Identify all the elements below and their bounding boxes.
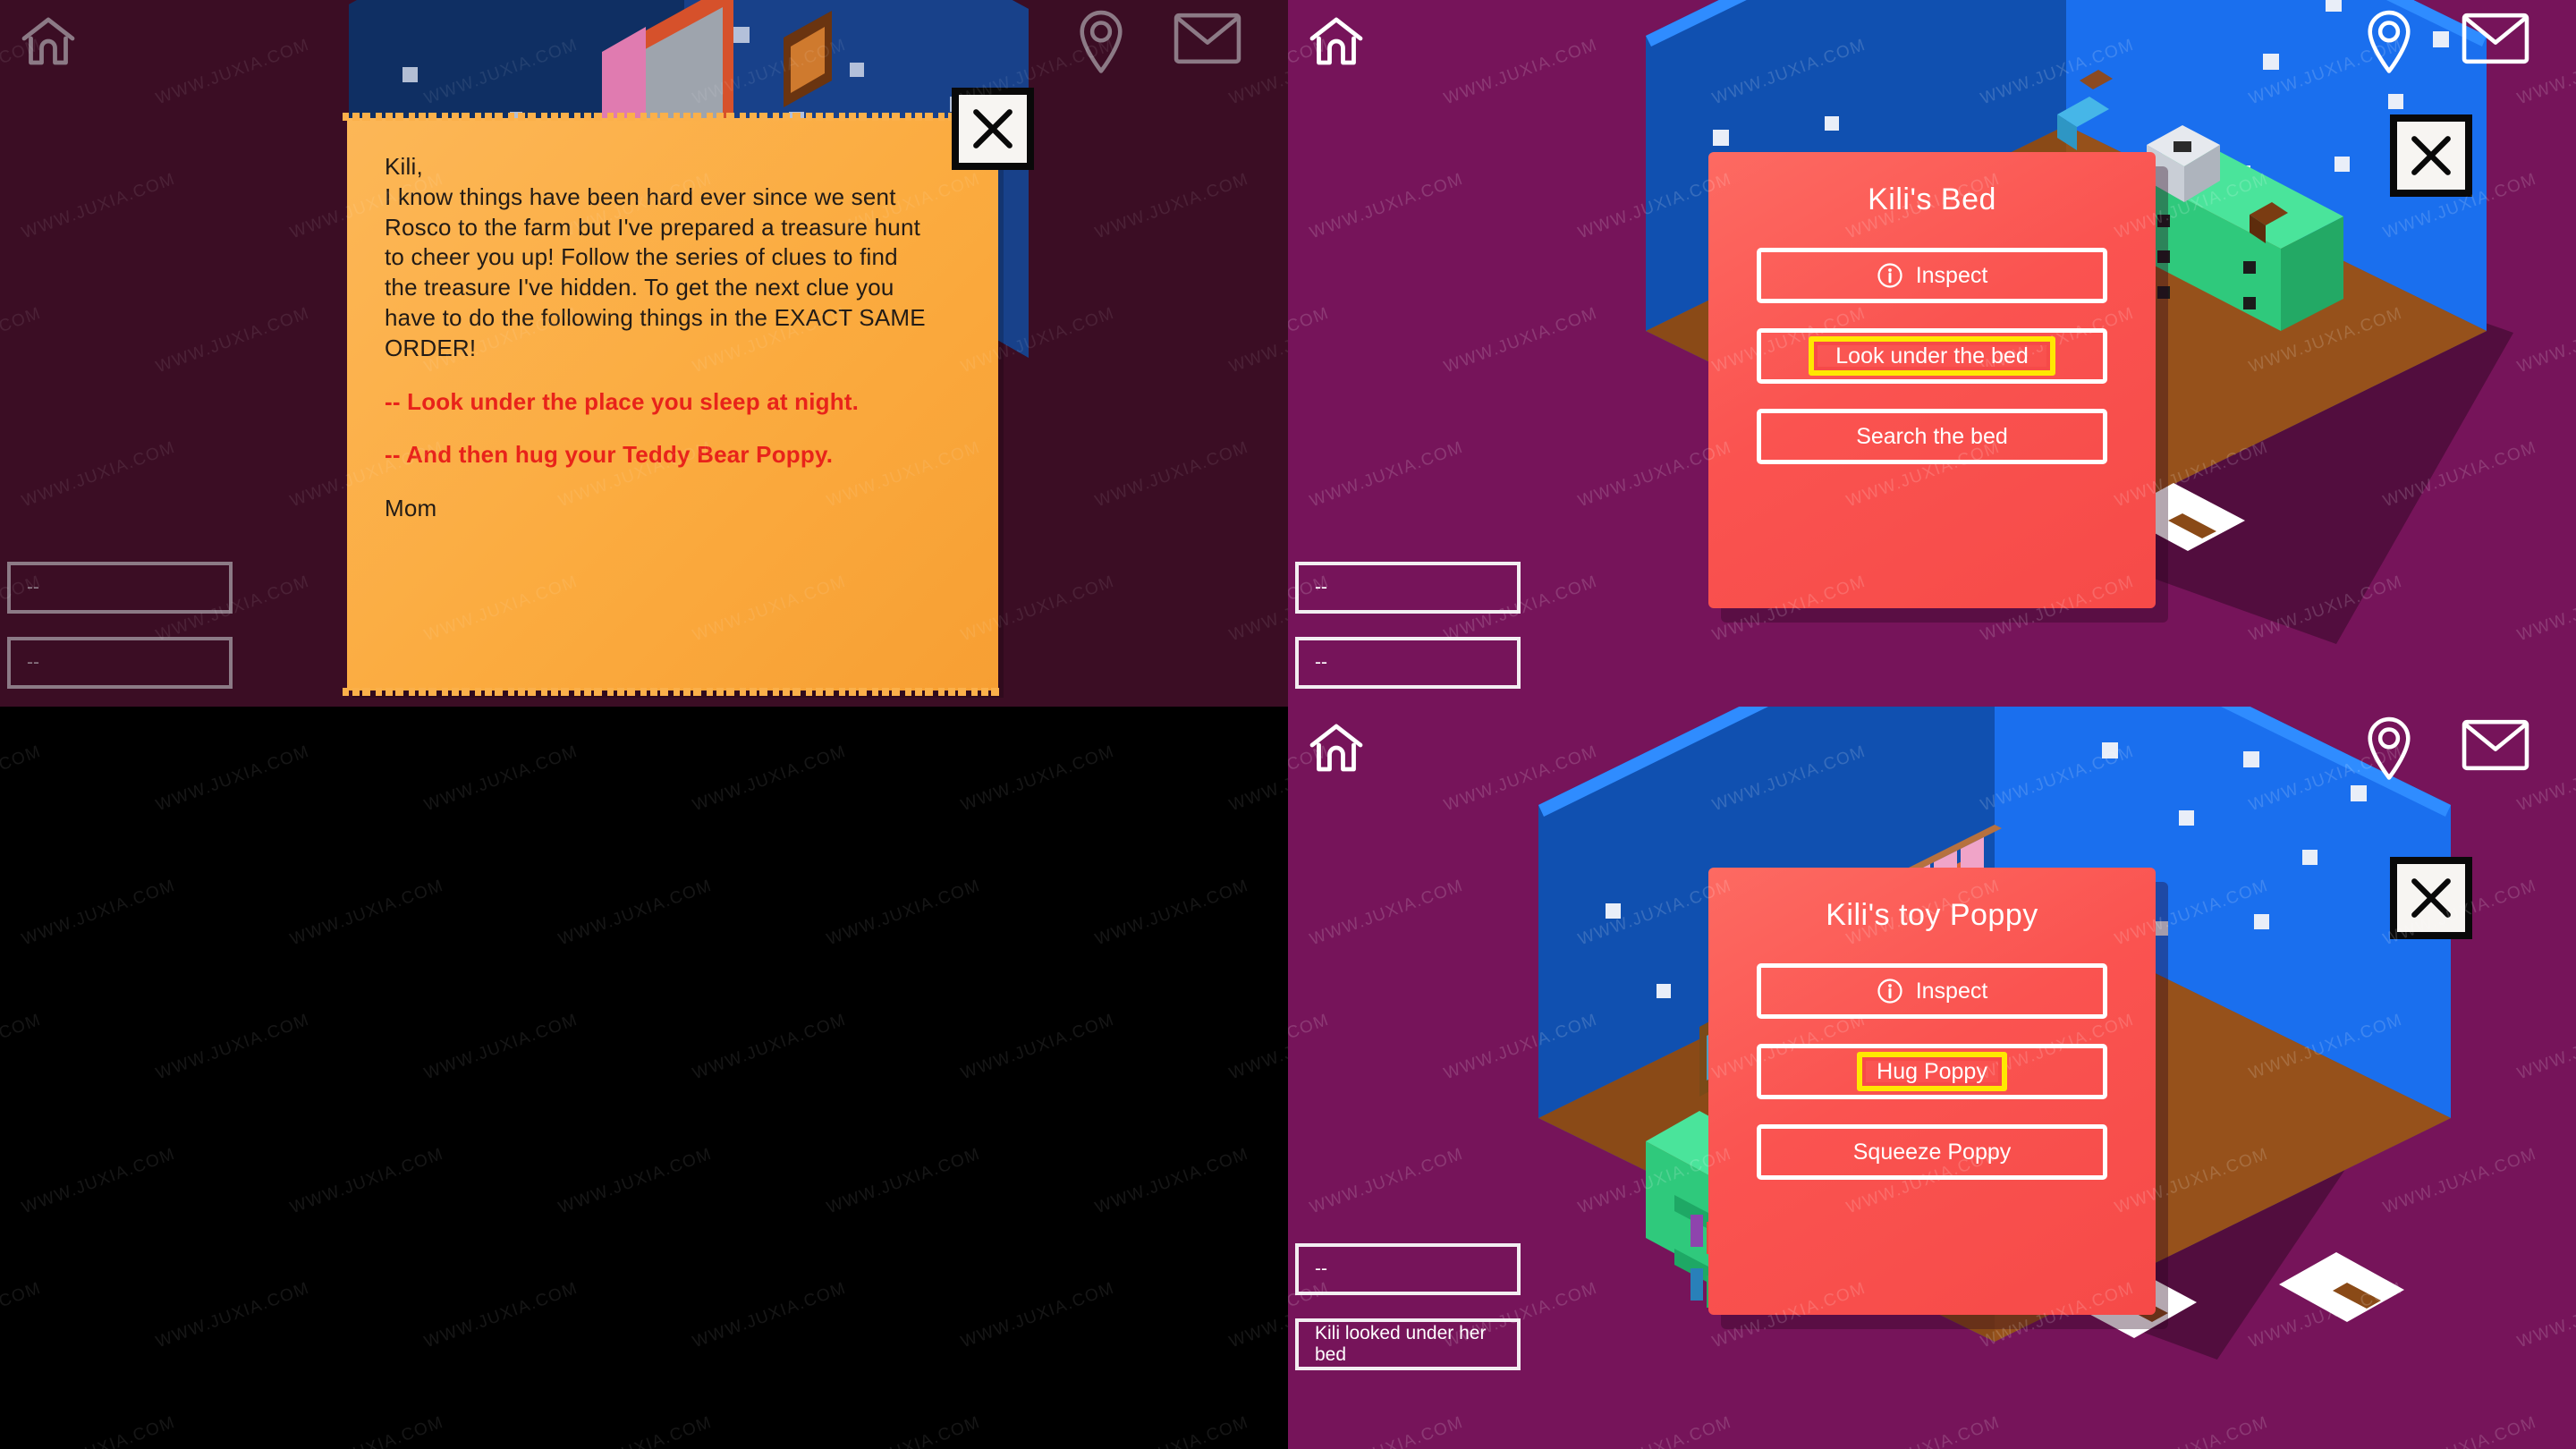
action-search-the-bed[interactable]: Search the bed [1757,409,2107,464]
envelope-icon[interactable] [2462,13,2529,64]
home-icon[interactable] [1304,9,1368,73]
action-label: Squeeze Poppy [1852,1139,2012,1165]
panel-bottom-left-black: WWW.JUXIA.COM WWW.JUXIA.COM WWW.JUXIA.COM W… [0,707,1288,1449]
screenshot-grid: Kili, I know things have been hard ever … [0,0,2576,1449]
home-icon[interactable] [16,9,80,73]
dialog-action-list: Inspect Look under the bed Search the be… [1708,217,2156,513]
letter-body-line-3: the treasure I've hidden. To get the nex… [385,274,894,301]
watermark-overlay: WWW.JUXIA.COM WWW.JUXIA.COM WWW.JUXIA.COM W… [0,707,1288,1449]
close-button[interactable] [2390,114,2472,197]
letter-body-line-1: Rosco to the farm but I've prepared a tr… [385,213,921,241]
envelope-icon[interactable] [1174,13,1241,64]
info-icon [1877,978,1903,1004]
action-squeeze-poppy[interactable]: Squeeze Poppy [1757,1124,2107,1180]
location-pin-icon[interactable] [1073,7,1129,75]
panel-top-right: Kili's Bed Inspect Look under the bed Se… [1288,0,2576,707]
envelope-icon[interactable] [2462,719,2529,771]
action-label: Inspect [1915,978,1988,1004]
close-x-icon [973,109,1013,148]
dialog-kilis-toy-poppy: Kili's toy Poppy Inspect Hug Poppy Squee… [1708,868,2156,1315]
letter-salutation: Kili, [385,153,423,180]
action-inspect[interactable]: Inspect [1757,963,2107,1019]
log-entry-0: -- [1295,1243,1521,1295]
location-pin-icon[interactable] [2361,7,2417,75]
log-entry-text: -- [1315,1258,1327,1279]
dialog-action-list: Inspect Hug Poppy Squeeze Poppy [1708,933,2156,1228]
action-look-under-the-bed[interactable]: Look under the bed [1757,328,2107,384]
action-label: Search the bed [1856,423,2008,449]
dialog-title: Kili's toy Poppy [1826,898,2038,932]
close-x-icon [2411,878,2451,918]
log-entry-text: -- [1315,652,1327,673]
panel-bottom-right: Kili's toy Poppy Inspect Hug Poppy Squee… [1288,707,2576,1449]
close-button[interactable] [952,88,1034,170]
home-icon[interactable] [1304,716,1368,780]
letter-clue-2: -- And then hug your Teddy Bear Poppy. [385,441,834,469]
letter-clue-1: -- Look under the place you sleep at nig… [385,387,860,415]
action-label: Look under the bed [1835,343,2029,369]
dialog-kilis-bed: Kili's Bed Inspect Look under the bed Se… [1708,152,2156,608]
log-entry-text: -- [27,652,39,673]
letter-body-line-2: to cheer you up! Follow the series of cl… [385,243,898,271]
hud-bottom-right [1288,707,2576,814]
hud-top-left [0,0,1288,107]
log-entry-0: -- [7,562,233,614]
hud-top-right [1288,0,2576,107]
log-entry-text: -- [27,577,39,597]
location-pin-icon[interactable] [2361,714,2417,782]
action-label: Inspect [1915,262,1988,288]
log-entry-1: -- [7,637,233,689]
info-icon [1877,262,1903,289]
log-entry-1: Kili looked under her bed [1295,1318,1521,1370]
close-button[interactable] [2390,857,2472,939]
dialog-title: Kili's Bed [1868,182,1996,216]
log-entry-1: -- [1295,637,1521,689]
letter-note: Kili, I know things have been hard ever … [343,113,1003,696]
letter-body-line-0: I know things have been hard ever since … [385,182,896,210]
close-x-icon [2411,136,2451,175]
letter-body-line-5: ORDER! [385,334,477,361]
log-entry-text: Kili looked under her bed [1315,1323,1487,1365]
letter-signature: Mom [385,495,437,522]
log-entry-text: -- [1315,577,1327,597]
action-inspect[interactable]: Inspect [1757,248,2107,303]
log-entry-0: -- [1295,562,1521,614]
letter-body-line-4: have to do the following things in the E… [385,303,926,331]
action-label: Hug Poppy [1877,1058,1987,1084]
action-hug-poppy[interactable]: Hug Poppy [1757,1044,2107,1099]
panel-top-left: Kili, I know things have been hard ever … [0,0,1288,707]
